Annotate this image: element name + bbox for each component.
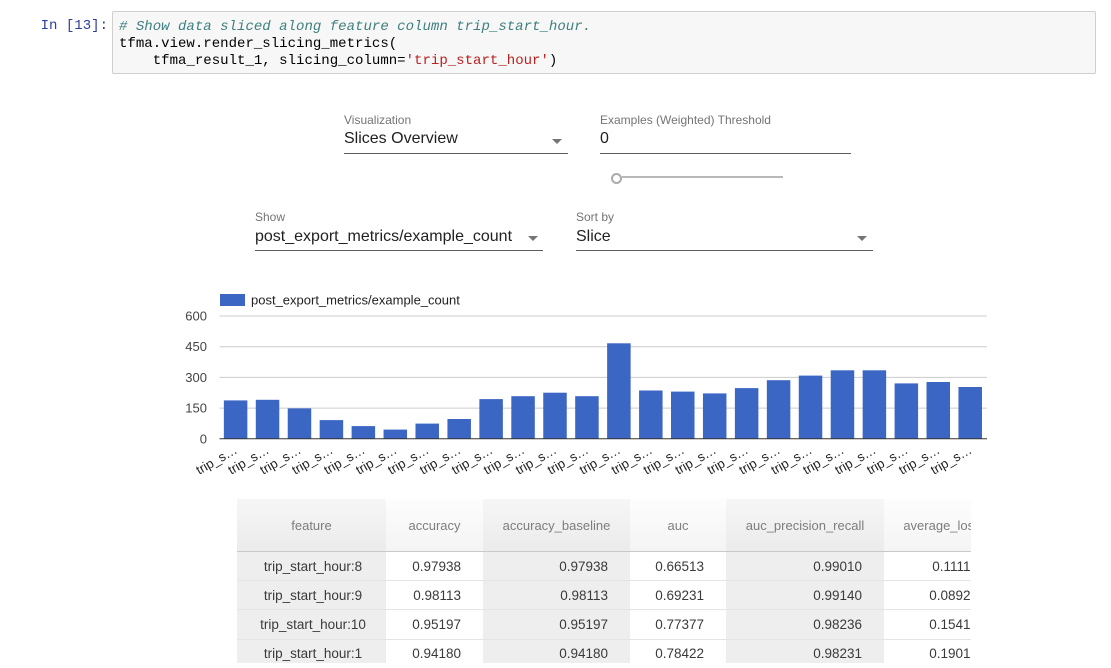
- svg-text:450: 450: [185, 339, 207, 354]
- svg-text:150: 150: [185, 401, 207, 416]
- svg-text:600: 600: [185, 309, 207, 324]
- svg-text:0: 0: [200, 431, 207, 446]
- svg-text:post_export_metrics/example_co: post_export_metrics/example_count: [251, 293, 460, 308]
- svg-text:300: 300: [185, 370, 207, 385]
